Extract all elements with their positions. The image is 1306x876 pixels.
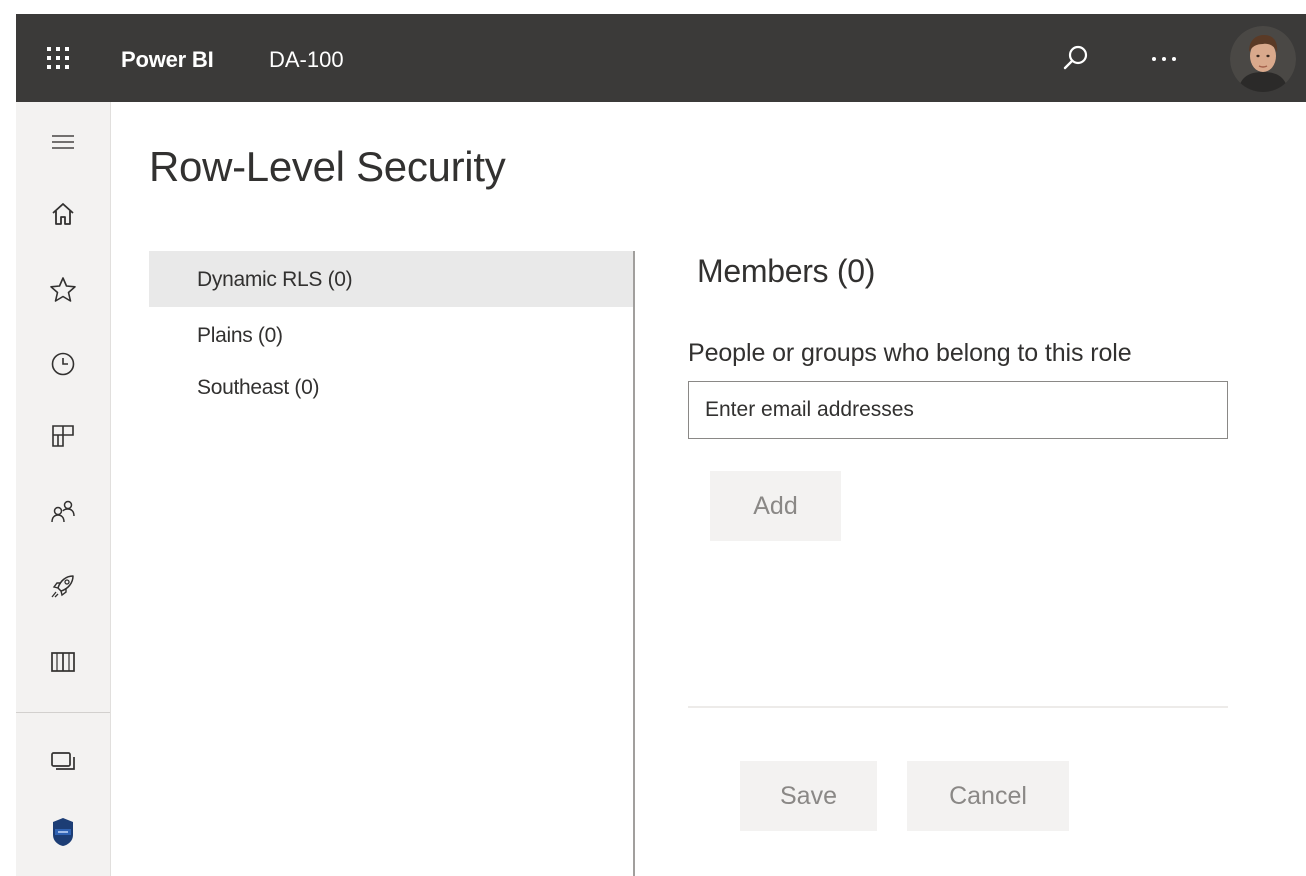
star-icon[interactable] <box>47 274 79 306</box>
members-title: Members (0) <box>697 253 876 289</box>
page-title: Row-Level Security <box>149 143 506 190</box>
home-icon[interactable] <box>47 198 79 230</box>
power-bi-window: Power BI DA-100 Row-Level Security Dynam… <box>0 0 1306 876</box>
footer-divider <box>688 706 1228 708</box>
rocket-icon[interactable] <box>47 570 79 602</box>
role-item-label: Plains (0) <box>197 324 283 347</box>
user-avatar[interactable] <box>1230 26 1296 92</box>
people-icon[interactable] <box>47 496 79 528</box>
clock-icon[interactable] <box>47 348 79 380</box>
role-item-dynamic-rls[interactable]: Dynamic RLS (0) <box>149 251 634 307</box>
panel-divider <box>633 251 635 876</box>
role-item-plains[interactable]: Plains (0) <box>149 307 634 363</box>
role-item-label: Southeast (0) <box>197 376 320 399</box>
hamburger-icon[interactable] <box>47 126 79 158</box>
role-item-label: Dynamic RLS (0) <box>197 268 353 291</box>
nav-divider <box>16 712 110 713</box>
book-icon[interactable] <box>47 646 79 678</box>
members-field-label: People or groups who belong to this role <box>688 339 1132 367</box>
top-bar: Power BI DA-100 <box>16 14 1306 102</box>
add-button[interactable]: Add <box>710 471 841 541</box>
roles-list: Dynamic RLS (0) Plains (0) Southeast (0) <box>149 251 634 417</box>
monitor-stack-icon[interactable] <box>47 745 79 777</box>
workspace-name[interactable]: DA-100 <box>269 47 344 73</box>
app-launcher-waffle-icon[interactable] <box>44 44 72 72</box>
app-name[interactable]: Power BI <box>121 47 214 73</box>
more-options-ellipsis-icon[interactable] <box>1148 44 1180 72</box>
shield-badge-icon[interactable] <box>47 816 79 848</box>
cancel-button[interactable]: Cancel <box>907 761 1069 831</box>
search-icon[interactable] <box>1062 44 1090 72</box>
save-button[interactable]: Save <box>740 761 877 831</box>
email-addresses-input[interactable] <box>688 381 1228 439</box>
left-nav <box>16 102 111 876</box>
apps-icon[interactable] <box>47 420 79 452</box>
role-item-southeast[interactable]: Southeast (0) <box>149 361 634 417</box>
